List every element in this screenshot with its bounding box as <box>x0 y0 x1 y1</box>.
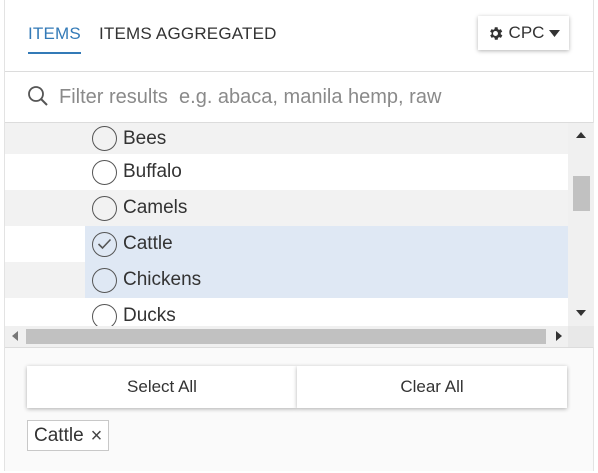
radio-unchecked-icon[interactable] <box>92 159 117 185</box>
search-bar <box>5 72 593 123</box>
scroll-right-arrow-icon[interactable] <box>556 331 562 341</box>
radio-unchecked-icon[interactable] <box>92 303 117 326</box>
list-item: Bees <box>5 123 568 154</box>
horizontal-scrollbar[interactable] <box>5 326 568 347</box>
scroll-left-arrow-icon[interactable] <box>12 331 18 341</box>
selection-footer: Select All Clear All Cattle × <box>5 347 593 471</box>
scroll-down-arrow-icon[interactable] <box>576 310 586 316</box>
tab-items[interactable]: ITEMS <box>28 24 81 54</box>
close-icon[interactable]: × <box>91 426 103 446</box>
selected-chip: Cattle × <box>27 420 110 451</box>
list-item-camels[interactable]: Camels <box>85 190 568 226</box>
item-label: Bees <box>123 127 167 149</box>
cpc-dropdown-button[interactable]: CPC <box>478 16 569 50</box>
list-item: Chickens <box>5 262 568 298</box>
item-label: Buffalo <box>123 161 182 182</box>
items-panel: ITEMS ITEMS AGGREGATED CPC Bees <box>4 0 594 471</box>
scroll-up-arrow-icon[interactable] <box>576 132 586 138</box>
list-item: Buffalo <box>5 154 568 190</box>
gear-icon <box>487 25 504 42</box>
list-item-chickens[interactable]: Chickens <box>85 262 568 298</box>
chip-label: Cattle <box>34 424 84 446</box>
items-list: Bees Buffalo Camels Cattle Chickens Duck… <box>5 123 568 326</box>
tab-items-aggregated[interactable]: ITEMS AGGREGATED <box>99 24 277 52</box>
list-item-bees[interactable]: Bees <box>85 123 568 154</box>
horizontal-scroll-thumb[interactable] <box>26 329 546 344</box>
cpc-label: CPC <box>508 23 545 42</box>
list-item-ducks[interactable]: Ducks <box>85 298 568 326</box>
radio-unchecked-icon[interactable] <box>92 126 117 151</box>
select-all-button[interactable]: Select All <box>27 366 297 408</box>
list-item-buffalo[interactable]: Buffalo <box>85 154 568 190</box>
item-label: Camels <box>123 197 188 218</box>
radio-unchecked-icon[interactable] <box>92 195 117 221</box>
list-item-cattle[interactable]: Cattle <box>85 226 568 262</box>
scrollbar-corner <box>568 326 594 347</box>
vertical-scrollbar[interactable] <box>568 123 594 326</box>
tab-bar: ITEMS ITEMS AGGREGATED CPC <box>5 0 593 72</box>
clear-all-button[interactable]: Clear All <box>297 366 567 408</box>
item-label: Ducks <box>123 305 176 326</box>
item-label: Chickens <box>123 269 202 290</box>
item-label: Cattle <box>123 233 173 254</box>
vertical-scroll-thumb[interactable] <box>573 176 590 211</box>
list-item: Ducks <box>5 298 568 326</box>
caret-down-icon <box>549 29 561 37</box>
list-item: Cattle <box>5 226 568 262</box>
radio-unchecked-icon[interactable] <box>92 267 117 293</box>
list-item: Camels <box>5 190 568 226</box>
radio-checked-icon[interactable] <box>92 231 117 257</box>
search-icon <box>27 85 49 112</box>
search-input[interactable] <box>57 82 557 112</box>
